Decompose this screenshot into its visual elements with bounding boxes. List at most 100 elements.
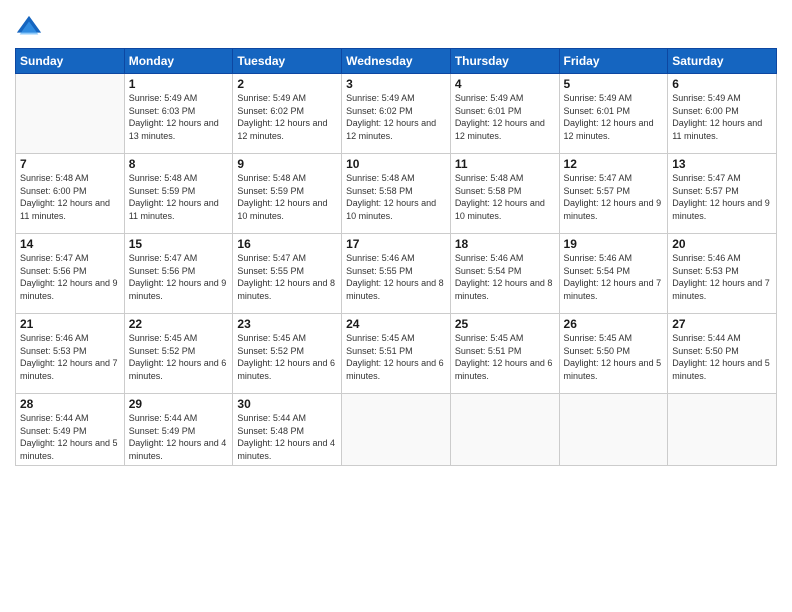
day-number: 25 [455,317,555,331]
calendar-cell: 4Sunrise: 5:49 AMSunset: 6:01 PMDaylight… [450,74,559,154]
day-info: Sunrise: 5:46 AMSunset: 5:54 PMDaylight:… [455,252,555,302]
week-row-4: 21Sunrise: 5:46 AMSunset: 5:53 PMDayligh… [16,314,777,394]
day-number: 6 [672,77,772,91]
day-info: Sunrise: 5:47 AMSunset: 5:57 PMDaylight:… [672,172,772,222]
day-number: 29 [129,397,229,411]
day-number: 7 [20,157,120,171]
week-row-5: 28 Sunrise: 5:44 AMSunset: 5:49 PMDayligh… [16,394,777,466]
day-number: 22 [129,317,229,331]
day-info: Sunrise: 5:49 AMSunset: 6:02 PMDaylight:… [237,92,337,142]
calendar-cell: 28Sunrise: 5:44 AMSunset: 5:49 PMDayligh… [16,394,125,466]
calendar-cell: 14Sunrise: 5:47 AMSunset: 5:56 PMDayligh… [16,234,125,314]
day-number: 24 [346,317,446,331]
day-info: Sunrise: 5:45 AMSunset: 5:52 PMDaylight:… [237,332,337,382]
weekday-header-saturday: Saturday [668,49,777,74]
header [15,10,777,42]
day-number: 1 [129,77,229,91]
calendar-cell: 21Sunrise: 5:46 AMSunset: 5:53 PMDayligh… [16,314,125,394]
day-info: Sunrise: 5:46 AMSunset: 5:54 PMDaylight:… [564,252,664,302]
day-number: 2 [237,77,337,91]
calendar-cell: 17Sunrise: 5:46 AMSunset: 5:55 PMDayligh… [342,234,451,314]
day-info: Sunrise: 5:47 AMSunset: 5:55 PMDaylight:… [237,252,337,302]
day-number: 18 [455,237,555,251]
weekday-header-row: SundayMondayTuesdayWednesdayThursdayFrid… [16,49,777,74]
day-number: 9 [237,157,337,171]
calendar-cell: 10Sunrise: 5:48 AMSunset: 5:58 PMDayligh… [342,154,451,234]
day-info: Sunrise: 5:48 AMSunset: 5:58 PMDaylight:… [455,172,555,222]
weekday-header-thursday: Thursday [450,49,559,74]
day-info: Sunrise: 5:44 AMSunset: 5:50 PMDaylight:… [672,332,772,382]
day-number: 23 [237,317,337,331]
logo [15,14,46,42]
day-number: 4 [455,77,555,91]
calendar-cell: 22Sunrise: 5:45 AMSunset: 5:52 PMDayligh… [124,314,233,394]
day-info: Sunrise: 5:44 AMSunset: 5:48 PMDaylight:… [237,412,337,462]
calendar-cell: 29Sunrise: 5:44 AMSunset: 5:49 PMDayligh… [124,394,233,466]
calendar-cell [559,394,668,466]
page: SundayMondayTuesdayWednesdayThursdayFrid… [0,0,792,612]
day-info: Sunrise: 5:47 AMSunset: 5:57 PMDaylight:… [564,172,664,222]
calendar-cell: 16Sunrise: 5:47 AMSunset: 5:55 PMDayligh… [233,234,342,314]
day-info: Sunrise: 5:49 AMSunset: 6:00 PMDaylight:… [672,92,772,142]
week-row-2: 7Sunrise: 5:48 AMSunset: 6:00 PMDaylight… [16,154,777,234]
day-info: Sunrise: 5:45 AMSunset: 5:50 PMDaylight:… [564,332,664,382]
calendar-cell: 11Sunrise: 5:48 AMSunset: 5:58 PMDayligh… [450,154,559,234]
calendar-cell: 2Sunrise: 5:49 AMSunset: 6:02 PMDaylight… [233,74,342,154]
day-info: Sunrise: 5:47 AMSunset: 5:56 PMDaylight:… [129,252,229,302]
day-number: 28 [20,397,120,411]
day-number: 11 [455,157,555,171]
day-number: 21 [20,317,120,331]
weekday-header-wednesday: Wednesday [342,49,451,74]
calendar-cell: 7Sunrise: 5:48 AMSunset: 6:00 PMDaylight… [16,154,125,234]
day-info: Sunrise: 5:46 AMSunset: 5:53 PMDaylight:… [672,252,772,302]
calendar-cell: 26Sunrise: 5:45 AMSunset: 5:50 PMDayligh… [559,314,668,394]
calendar-cell: 30Sunrise: 5:44 AMSunset: 5:48 PMDayligh… [233,394,342,466]
calendar-cell: 9Sunrise: 5:48 AMSunset: 5:59 PMDaylight… [233,154,342,234]
day-info: Sunrise: 5:44 AMSunset: 5:49 PMDaylight:… [129,412,229,462]
day-number: 15 [129,237,229,251]
day-info: Sunrise: 5:48 AMSunset: 6:00 PMDaylight:… [20,172,120,222]
calendar-table: SundayMondayTuesdayWednesdayThursdayFrid… [15,48,777,466]
day-info: Sunrise: 5:49 AMSunset: 6:01 PMDaylight:… [455,92,555,142]
day-number: 20 [672,237,772,251]
day-info: Sunrise: 5:46 AMSunset: 5:53 PMDaylight:… [20,332,120,382]
day-number: 5 [564,77,664,91]
calendar-cell: 19Sunrise: 5:46 AMSunset: 5:54 PMDayligh… [559,234,668,314]
calendar-cell [342,394,451,466]
calendar-cell: 6Sunrise: 5:49 AMSunset: 6:00 PMDaylight… [668,74,777,154]
day-number: 3 [346,77,446,91]
calendar-cell: 3Sunrise: 5:49 AMSunset: 6:02 PMDaylight… [342,74,451,154]
day-info: Sunrise: 5:45 AMSunset: 5:51 PMDaylight:… [455,332,555,382]
weekday-header-friday: Friday [559,49,668,74]
calendar-cell: 18Sunrise: 5:46 AMSunset: 5:54 PMDayligh… [450,234,559,314]
calendar-cell: 5Sunrise: 5:49 AMSunset: 6:01 PMDaylight… [559,74,668,154]
weekday-header-tuesday: Tuesday [233,49,342,74]
day-number: 16 [237,237,337,251]
calendar-cell: 12Sunrise: 5:47 AMSunset: 5:57 PMDayligh… [559,154,668,234]
day-number: 12 [564,157,664,171]
day-number: 14 [20,237,120,251]
day-info: Sunrise: 5:45 AMSunset: 5:51 PMDaylight:… [346,332,446,382]
calendar-cell [450,394,559,466]
day-info: Sunrise: 5:49 AMSunset: 6:03 PMDaylight:… [129,92,229,142]
day-number: 10 [346,157,446,171]
calendar-cell: 24Sunrise: 5:45 AMSunset: 5:51 PMDayligh… [342,314,451,394]
day-info: Sunrise: 5:47 AMSunset: 5:56 PMDaylight:… [20,252,120,302]
week-row-1: 1Sunrise: 5:49 AMSunset: 6:03 PMDaylight… [16,74,777,154]
calendar-cell: 15Sunrise: 5:47 AMSunset: 5:56 PMDayligh… [124,234,233,314]
day-number: 13 [672,157,772,171]
calendar-cell [668,394,777,466]
day-number: 17 [346,237,446,251]
calendar-cell: 20Sunrise: 5:46 AMSunset: 5:53 PMDayligh… [668,234,777,314]
calendar-cell: 23Sunrise: 5:45 AMSunset: 5:52 PMDayligh… [233,314,342,394]
calendar-cell: 8Sunrise: 5:48 AMSunset: 5:59 PMDaylight… [124,154,233,234]
calendar-cell: 25Sunrise: 5:45 AMSunset: 5:51 PMDayligh… [450,314,559,394]
day-info: Sunrise: 5:48 AMSunset: 5:59 PMDaylight:… [237,172,337,222]
weekday-header-monday: Monday [124,49,233,74]
day-info: Sunrise: 5:49 AMSunset: 6:01 PMDaylight:… [564,92,664,142]
day-info: Sunrise: 5:46 AMSunset: 5:55 PMDaylight:… [346,252,446,302]
day-number: 8 [129,157,229,171]
day-info: Sunrise: 5:45 AMSunset: 5:52 PMDaylight:… [129,332,229,382]
day-number: 19 [564,237,664,251]
weekday-header-sunday: Sunday [16,49,125,74]
